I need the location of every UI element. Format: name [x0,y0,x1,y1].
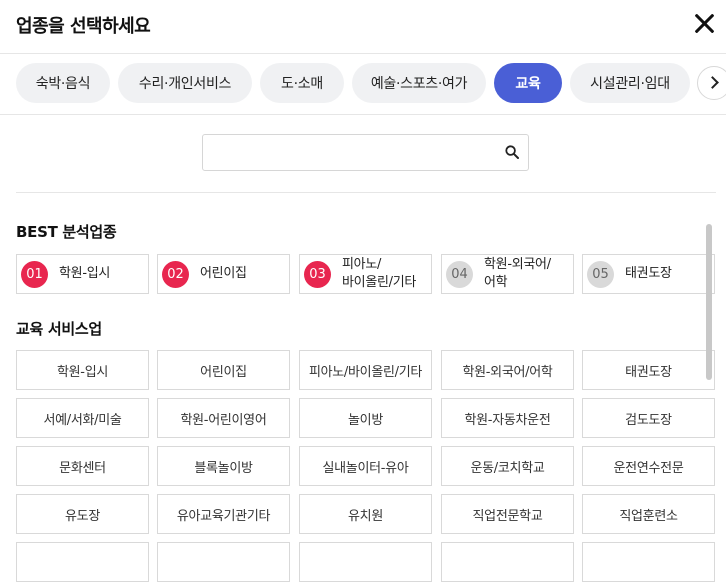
tab-lodging-food[interactable]: 숙박·음식 [16,63,110,103]
service-item-partial[interactable] [157,542,290,582]
best-item-label: 어린이집 [200,266,247,281]
rank-badge: 03 [304,261,331,288]
service-item-partial[interactable] [16,542,149,582]
close-icon[interactable] [690,10,718,38]
chevron-right-icon [706,76,719,89]
modal-header: 업종을 선택하세요 [0,0,726,54]
best-item-label: 태권도장 [625,266,672,281]
service-item[interactable]: 직업전문학교 [441,494,574,534]
service-item[interactable]: 운동/코치학교 [441,446,574,486]
modal-title: 업종을 선택하세요 [16,16,151,37]
service-item-partial[interactable] [299,542,432,582]
best-item-label: 학원-입시 [59,266,111,281]
scrollbar-thumb[interactable] [706,224,712,380]
best-item-3[interactable]: 03 피아노/ 바이올린/기타 [299,254,432,294]
tab-education[interactable]: 교육 [494,63,562,103]
service-item[interactable]: 직업훈련소 [582,494,715,534]
service-item-partial[interactable] [441,542,574,582]
tab-facility-rental[interactable]: 시설관리·임대 [570,63,690,103]
tab-next-button[interactable] [697,66,726,100]
rank-badge: 04 [446,261,473,288]
tab-wholesale-retail[interactable]: 도·소매 [260,63,344,103]
best-item-5[interactable]: 05 태권도장 [582,254,715,294]
service-item[interactable]: 유아교육기관기타 [157,494,290,534]
category-tabs: 숙박·음식 수리·개인서비스 도·소매 예술·스포츠·여가 교육 시설관리·임대 [0,54,726,115]
service-item[interactable]: 학원-입시 [16,350,149,390]
service-item[interactable]: 블록놀이방 [157,446,290,486]
tab-arts-sports-leisure[interactable]: 예술·스포츠·여가 [352,63,486,103]
service-item[interactable]: 유치원 [299,494,432,534]
service-item[interactable]: 문화센터 [16,446,149,486]
service-item[interactable]: 어린이집 [157,350,290,390]
best-item-1[interactable]: 01 학원-입시 [16,254,149,294]
section-divider [16,192,716,193]
service-item[interactable]: 학원-자동차운전 [441,398,574,438]
best-item-2[interactable]: 02 어린이집 [157,254,290,294]
services-section-title: 교육 서비스업 [16,320,102,338]
service-item[interactable]: 운전연수전문 [582,446,715,486]
service-item[interactable]: 태권도장 [582,350,715,390]
rank-badge: 01 [21,261,48,288]
search-box [202,134,529,171]
best-item-label: 학원-외국어/ 어학 [484,257,551,290]
tab-repair-personal-service[interactable]: 수리·개인서비스 [118,63,252,103]
service-item[interactable]: 학원-외국어/어학 [441,350,574,390]
service-item[interactable]: 피아노/바이올린/기타 [299,350,432,390]
best-item-label: 피아노/ 바이올린/기타 [342,257,417,290]
service-item[interactable]: 검도도장 [582,398,715,438]
service-item[interactable]: 놀이방 [299,398,432,438]
search-input[interactable] [211,141,495,167]
best-item-4[interactable]: 04 학원-외국어/ 어학 [441,254,574,294]
service-item-partial[interactable] [582,542,715,582]
rank-badge: 05 [587,261,614,288]
rank-badge: 02 [162,261,189,288]
service-item[interactable]: 실내놀이터-유아 [299,446,432,486]
service-item[interactable]: 유도장 [16,494,149,534]
best-section-title: BEST 분석업종 [16,223,117,241]
search-icon[interactable] [505,145,519,159]
service-item[interactable]: 학원-어린이영어 [157,398,290,438]
service-item[interactable]: 서예/서화/미술 [16,398,149,438]
